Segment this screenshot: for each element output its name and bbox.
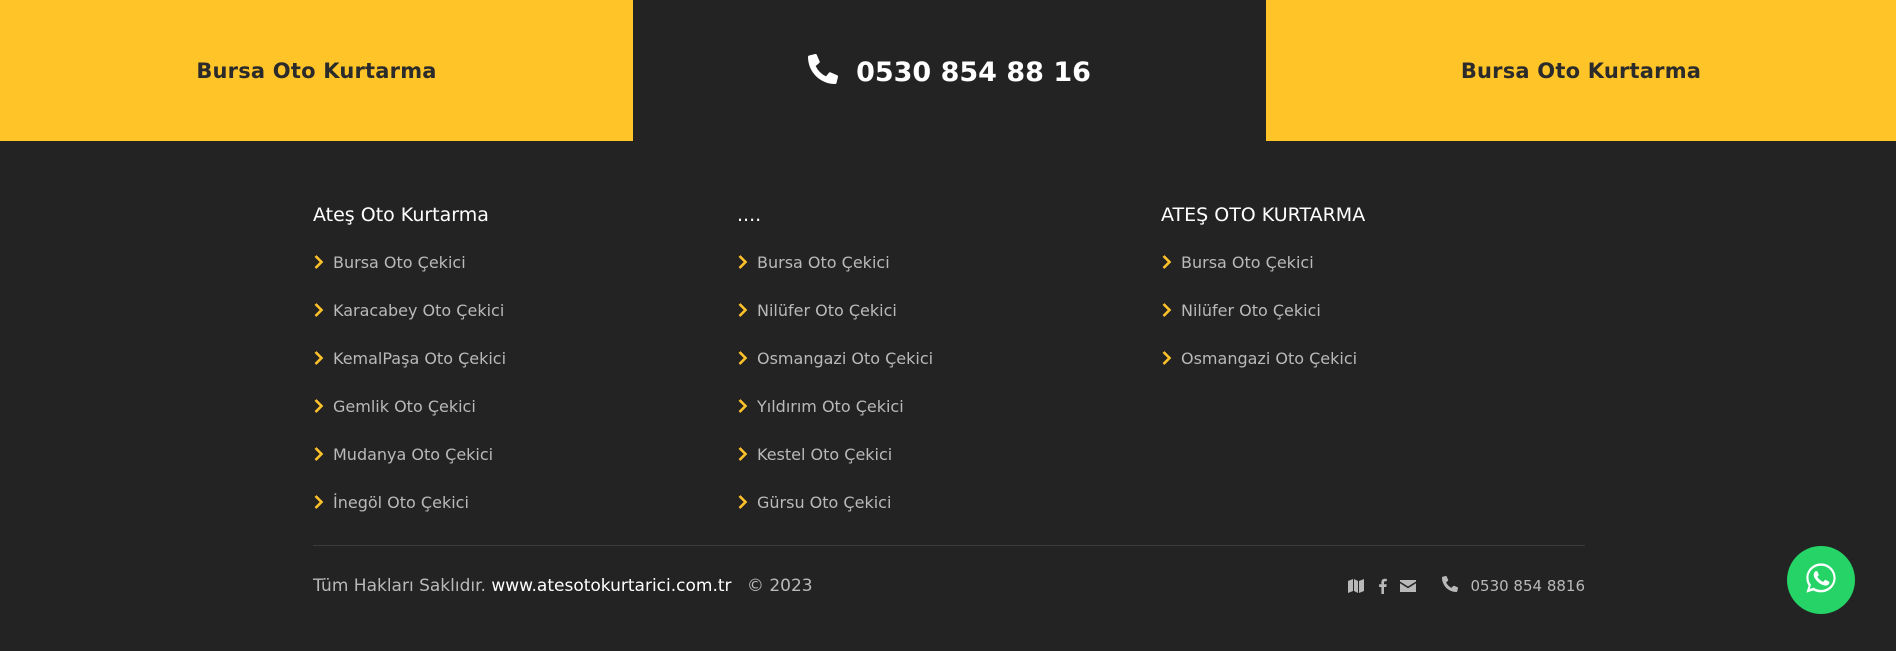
envelope-icon[interactable]	[1400, 578, 1417, 594]
footer-divider	[313, 545, 1585, 546]
chevron-right-icon	[313, 446, 327, 462]
footer-link[interactable]: Gürsu Oto Çekici	[737, 478, 1161, 526]
footer-contact: 0530 854 8816	[1348, 576, 1585, 596]
footer-column-2: .... Bursa Oto Çekici Nilüfer Oto Çekici…	[737, 202, 1161, 526]
top-right-label: Bursa Oto Kurtarma	[1460, 58, 1702, 83]
rights-text: Tüm Hakları Saklıdır.	[313, 576, 486, 596]
link-list: Bursa Oto Çekici Karacabey Oto Çekici Ke…	[313, 238, 737, 526]
footer-link-label[interactable]: KemalPaşa Oto Çekici	[333, 349, 506, 368]
phone-cta[interactable]: 0530 854 88 16	[808, 54, 1091, 91]
chevron-right-icon	[737, 446, 751, 462]
copyright-year: © 2023	[746, 576, 813, 596]
top-panel-right: Bursa Oto Kurtarma	[1266, 0, 1896, 141]
footer-link-label[interactable]: Bursa Oto Çekici	[757, 253, 890, 272]
footer-phone-number[interactable]: 0530 854 8816	[1470, 577, 1585, 595]
footer-link[interactable]: Yıldırım Oto Çekici	[737, 382, 1161, 430]
footer-link-label[interactable]: Osmangazi Oto Çekici	[1181, 349, 1357, 368]
footer-phone[interactable]: 0530 854 8816	[1442, 576, 1585, 596]
chevron-right-icon	[737, 350, 751, 366]
footer-link-label[interactable]: Karacabey Oto Çekici	[333, 301, 504, 320]
chevron-right-icon	[1161, 350, 1175, 366]
footer-link[interactable]: Nilüfer Oto Çekici	[737, 286, 1161, 334]
chevron-right-icon	[313, 254, 327, 270]
footer-link[interactable]: Osmangazi Oto Çekici	[1161, 334, 1585, 382]
top-panel-left: Bursa Oto Kurtarma	[0, 0, 633, 141]
footer-columns: Ateş Oto Kurtarma Bursa Oto Çekici Karac…	[313, 202, 1585, 526]
footer-link[interactable]: Kestel Oto Çekici	[737, 430, 1161, 478]
footer-link-label[interactable]: Nilüfer Oto Çekici	[757, 301, 897, 320]
chevron-right-icon	[737, 398, 751, 414]
footer-link-label[interactable]: Osmangazi Oto Çekici	[757, 349, 933, 368]
footer-link[interactable]: Nilüfer Oto Çekici	[1161, 286, 1585, 334]
footer-link[interactable]: Gemlik Oto Çekici	[313, 382, 737, 430]
footer-link-label[interactable]: Gemlik Oto Çekici	[333, 397, 476, 416]
column-title: ATEŞ OTO KURTARMA	[1161, 204, 1366, 226]
footer: Ateş Oto Kurtarma Bursa Oto Çekici Karac…	[313, 141, 1585, 596]
footer-link-label[interactable]: Kestel Oto Çekici	[757, 445, 892, 464]
footer-link-label[interactable]: İnegöl Oto Çekici	[333, 493, 469, 512]
social-links	[1348, 578, 1417, 594]
chevron-right-icon	[1161, 254, 1175, 270]
top-bar: Bursa Oto Kurtarma 0530 854 88 16 Bursa …	[0, 0, 1896, 141]
phone-number[interactable]: 0530 854 88 16	[856, 57, 1091, 88]
footer-link-label[interactable]: Gürsu Oto Çekici	[757, 493, 891, 512]
map-icon[interactable]	[1348, 578, 1365, 594]
column-title: Ateş Oto Kurtarma	[313, 204, 489, 226]
footer-link-label[interactable]: Yıldırım Oto Çekici	[757, 397, 904, 416]
whatsapp-icon	[1803, 560, 1839, 600]
footer-link-label[interactable]: Bursa Oto Çekici	[333, 253, 466, 272]
footer-link-label[interactable]: Bursa Oto Çekici	[1181, 253, 1314, 272]
footer-link[interactable]: KemalPaşa Oto Çekici	[313, 334, 737, 382]
top-left-label: Bursa Oto Kurtarma	[196, 58, 437, 83]
footer-bottom: Tüm Hakları Saklıdır. www.atesotokurtari…	[313, 571, 1585, 601]
footer-link[interactable]: Karacabey Oto Çekici	[313, 286, 737, 334]
footer-column-1: Ateş Oto Kurtarma Bursa Oto Çekici Karac…	[313, 202, 737, 526]
phone-icon	[808, 54, 839, 91]
footer-column-3: ATEŞ OTO KURTARMA Bursa Oto Çekici Nilüf…	[1161, 202, 1585, 526]
chevron-right-icon	[313, 350, 327, 366]
chevron-right-icon	[313, 302, 327, 318]
chevron-right-icon	[737, 302, 751, 318]
footer-link[interactable]: Mudanya Oto Çekici	[313, 430, 737, 478]
footer-link-label[interactable]: Mudanya Oto Çekici	[333, 445, 493, 464]
footer-link[interactable]: İnegöl Oto Çekici	[313, 478, 737, 526]
column-title: ....	[737, 204, 762, 226]
copyright: Tüm Hakları Saklıdır. www.atesotokurtari…	[313, 576, 813, 596]
footer-link[interactable]: Bursa Oto Çekici	[313, 238, 737, 286]
chevron-right-icon	[737, 494, 751, 510]
phone-icon	[1442, 576, 1459, 596]
link-list: Bursa Oto Çekici Nilüfer Oto Çekici Osma…	[737, 238, 1161, 526]
footer-link-label[interactable]: Nilüfer Oto Çekici	[1181, 301, 1321, 320]
link-list: Bursa Oto Çekici Nilüfer Oto Çekici Osma…	[1161, 238, 1585, 382]
facebook-icon[interactable]	[1374, 578, 1390, 594]
chevron-right-icon	[737, 254, 751, 270]
top-panel-phone[interactable]: 0530 854 88 16	[633, 0, 1266, 141]
chevron-right-icon	[313, 398, 327, 414]
chevron-right-icon	[1161, 302, 1175, 318]
footer-link[interactable]: Bursa Oto Çekici	[737, 238, 1161, 286]
whatsapp-button[interactable]	[1787, 546, 1855, 614]
footer-link[interactable]: Osmangazi Oto Çekici	[737, 334, 1161, 382]
chevron-right-icon	[313, 494, 327, 510]
site-link[interactable]: www.atesotokurtarici.com.tr	[491, 576, 731, 596]
footer-link[interactable]: Bursa Oto Çekici	[1161, 238, 1585, 286]
